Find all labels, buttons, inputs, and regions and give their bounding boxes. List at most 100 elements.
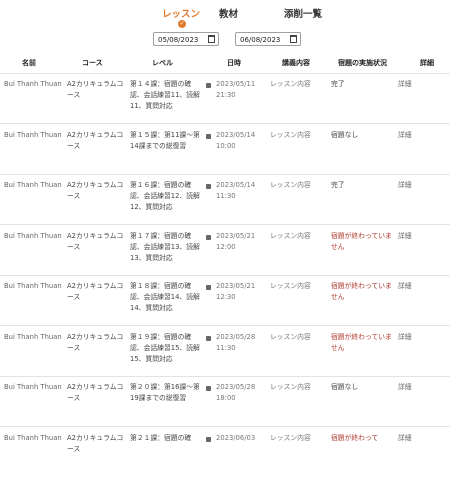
calendar-icon <box>206 285 211 290</box>
detail-link[interactable]: 詳細 <box>398 130 428 141</box>
course-name: A2カリキュラムコース <box>67 80 124 99</box>
table-row: Bui Thanh Thuan A2カリキュラムコース 第２１課：宿題の確 2023/… <box>0 433 450 485</box>
calendar-icon <box>206 134 211 139</box>
homework-status: 宿題が終わっていません <box>331 333 392 352</box>
student-name: Bui Thanh Thuan <box>4 282 62 290</box>
calendar-icon <box>206 184 211 189</box>
lesson-content-link[interactable]: レッスン内容 <box>270 231 325 242</box>
lesson-level: 第１５課：第11課～第14課までの総復習 <box>130 131 200 150</box>
detail-link[interactable]: 詳細 <box>398 382 428 393</box>
tab-bar: レッスン ✓ 教材 添削一覧 <box>0 0 450 30</box>
header-detail: 詳細 <box>420 59 434 67</box>
lesson-datetime: 2023/05/28 11:30 <box>206 332 262 354</box>
row-divider <box>0 275 450 276</box>
course-name: A2カリキュラムコース <box>67 131 124 150</box>
tab-lessons[interactable]: レッスン <box>162 6 200 20</box>
lesson-date: 2023/05/21 <box>216 282 256 290</box>
course-name: A2カリキュラムコース <box>67 232 124 251</box>
student-name: Bui Thanh Thuan <box>4 333 62 341</box>
lesson-datetime: 2023/05/14 10:00 <box>206 130 262 152</box>
lesson-content-link[interactable]: レッスン内容 <box>270 332 325 343</box>
row-divider <box>0 123 450 124</box>
calendar-icon[interactable] <box>290 35 297 43</box>
student-name: Bui Thanh Thuan <box>4 131 62 139</box>
from-date-value: 05/08/2023 <box>158 36 199 44</box>
homework-status: 宿題が終わっていません <box>331 232 392 251</box>
lesson-content-link[interactable]: レッスン内容 <box>270 382 325 393</box>
detail-link[interactable]: 詳細 <box>398 281 428 292</box>
header-name: 名前 <box>22 59 36 67</box>
tab-corrections[interactable]: 添削一覧 <box>284 6 322 20</box>
detail-link[interactable]: 詳細 <box>398 180 428 191</box>
lesson-time: 10:00 <box>216 142 236 150</box>
homework-status: 完了 <box>331 80 345 88</box>
lesson-date: 2023/05/28 <box>216 333 256 341</box>
lesson-time: 12:30 <box>216 293 236 301</box>
course-name: A2カリキュラムコース <box>67 333 124 352</box>
calendar-icon <box>206 235 211 240</box>
header-homework-status: 宿題の実施状況 <box>338 59 387 67</box>
lesson-level: 第１８課：宿題の確認、会話練習14、読解14、質問対応 <box>130 282 200 312</box>
calendar-icon[interactable] <box>208 35 215 43</box>
lesson-level: 第２１課：宿題の確 <box>130 434 192 442</box>
lesson-time: 18:00 <box>216 394 236 402</box>
course-name: A2カリキュラムコース <box>67 383 124 402</box>
lesson-level: 第２０課：第16課～第19課までの総復習 <box>130 383 200 402</box>
lesson-time: 11:30 <box>216 192 236 200</box>
student-name: Bui Thanh Thuan <box>4 232 62 240</box>
course-name: A2カリキュラムコース <box>67 282 124 301</box>
to-date-value: 06/08/2023 <box>240 36 281 44</box>
calendar-icon <box>206 386 211 391</box>
student-name: Bui Thanh Thuan <box>4 434 62 442</box>
lesson-level: 第１７課：宿題の確認、会話練習13、読解13、質問対応 <box>130 232 200 262</box>
lesson-content-link[interactable]: レッスン内容 <box>270 433 325 444</box>
lesson-datetime: 2023/05/21 12:00 <box>206 231 262 253</box>
from-date-input[interactable]: 05/08/2023 <box>153 32 219 46</box>
header-content: 講義内容 <box>282 59 310 67</box>
course-name: A2カリキュラムコース <box>67 434 124 453</box>
lesson-datetime: 2023/05/21 12:30 <box>206 281 262 303</box>
header-course: コース <box>82 59 103 67</box>
lesson-datetime: 2023/06/03 <box>206 433 262 444</box>
lesson-time: 12:00 <box>216 243 236 251</box>
student-name: Bui Thanh Thuan <box>4 181 62 189</box>
detail-link[interactable]: 詳細 <box>398 433 428 444</box>
homework-status: 宿題が終わって <box>331 434 379 442</box>
lesson-level: 第１４課：宿題の確認、会話練習11、読解11、質問対応 <box>130 80 200 110</box>
lesson-datetime: 2023/05/28 18:00 <box>206 382 262 404</box>
homework-status: 完了 <box>331 181 345 189</box>
calendar-icon <box>206 336 211 341</box>
lesson-date: 2023/05/11 <box>216 80 256 88</box>
detail-link[interactable]: 詳細 <box>398 79 428 90</box>
lesson-content-link[interactable]: レッスン内容 <box>270 79 325 90</box>
check-icon: ✓ <box>178 20 186 28</box>
lesson-date: 2023/05/28 <box>216 383 256 391</box>
lesson-level: 第１６課：宿題の確認、会話練習12、読解12、質問対応 <box>130 181 200 211</box>
detail-link[interactable]: 詳細 <box>398 332 428 343</box>
lesson-content-link[interactable]: レッスン内容 <box>270 180 325 191</box>
homework-status: 宿題が終わっていません <box>331 282 392 301</box>
calendar-icon <box>206 437 211 442</box>
tab-materials[interactable]: 教材 <box>219 6 238 20</box>
calendar-icon <box>206 83 211 88</box>
lesson-time: 11:30 <box>216 344 236 352</box>
row-divider <box>0 224 450 225</box>
student-name: Bui Thanh Thuan <box>4 383 62 391</box>
to-date-input[interactable]: 06/08/2023 <box>235 32 301 46</box>
lesson-date: 2023/05/21 <box>216 232 256 240</box>
header-level: レベル <box>152 59 173 67</box>
homework-status: 宿題なし <box>331 131 359 139</box>
lesson-datetime: 2023/05/14 11:30 <box>206 180 262 202</box>
lesson-datetime: 2023/05/11 21:30 <box>206 79 262 101</box>
row-divider <box>0 174 450 175</box>
lesson-level: 第１９課：宿題の確認、会話練習15、読解15、質問対応 <box>130 333 200 363</box>
lesson-content-link[interactable]: レッスン内容 <box>270 130 325 141</box>
homework-status: 宿題なし <box>331 383 359 391</box>
detail-link[interactable]: 詳細 <box>398 231 428 242</box>
lesson-content-link[interactable]: レッスン内容 <box>270 281 325 292</box>
student-name: Bui Thanh Thuan <box>4 80 62 88</box>
lesson-date: 2023/06/03 <box>216 434 256 442</box>
row-divider <box>0 325 450 326</box>
row-divider <box>0 426 450 427</box>
lesson-time: 21:30 <box>216 91 236 99</box>
